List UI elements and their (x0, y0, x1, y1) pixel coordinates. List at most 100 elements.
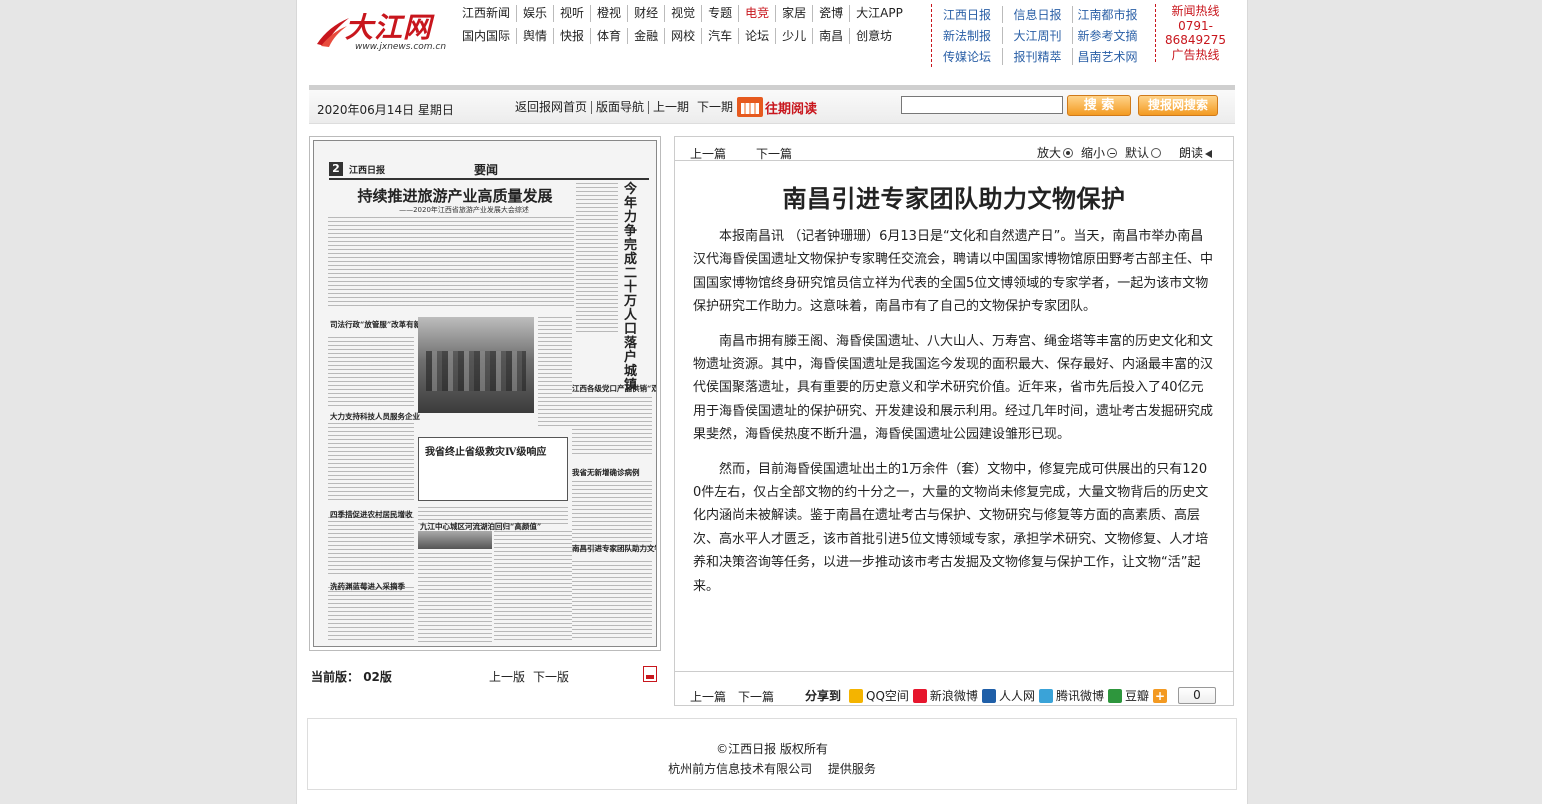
share-item[interactable]: 腾讯微博 (1038, 687, 1104, 704)
share-bar: 分享到 QQ空间 新浪微博 人人网 腾讯微博 豆瓣 +0 (805, 687, 1216, 704)
read-aloud-button[interactable]: 朗读 (1179, 144, 1217, 161)
nav-link[interactable]: 汽车 (701, 27, 738, 44)
share-item[interactable]: 新浪微博 (912, 687, 978, 704)
hotline-number-2: 86849275 (1164, 33, 1227, 47)
prev-article-link[interactable]: 上一篇 (690, 145, 726, 162)
nav-link[interactable]: 网校 (664, 27, 701, 44)
hotline-number-1: 0791- (1178, 18, 1213, 33)
search-button[interactable]: 搜 索 (1067, 95, 1131, 116)
nav-link[interactable]: 体育 (590, 27, 627, 44)
nav-link[interactable]: 南昌 (812, 27, 849, 44)
nav-link[interactable]: 财经 (627, 5, 664, 22)
page-links: 上一版 下一版 (489, 668, 569, 685)
thumb-headline-small[interactable]: 我省无新增确诊病例 (572, 467, 640, 478)
nav-link[interactable]: 大江APP (849, 5, 909, 22)
article-nav-bottom: 上一篇 下一篇 (690, 688, 774, 705)
nav-link[interactable]: 快报 (553, 27, 590, 44)
zoom-out-label: 缩小 (1080, 146, 1105, 160)
site-footer: ©江西日报 版权所有 杭州前方信息技术有限公司 提供服务 (307, 718, 1237, 790)
share-service-icon (1038, 688, 1053, 703)
calendar-icon (737, 97, 763, 117)
newspaper-links-row: 传媒论坛 报刊精萃 昌南艺术网 (932, 46, 1161, 67)
current-page-indicator: 当前版： 02版 (311, 668, 392, 685)
prev-issue-link[interactable]: 上一期 (649, 101, 693, 114)
zoom-default-icon (1150, 148, 1161, 158)
thumb-vertical-headline[interactable]: 今年力争完成二十万人口落户城镇 (624, 183, 642, 393)
newspaper-link[interactable]: 昌南艺术网 (1072, 48, 1142, 65)
zoom-in-button[interactable]: 放大 (1037, 144, 1077, 161)
thumb-photo-small (418, 531, 492, 549)
next-page-link[interactable]: 下一版 (533, 668, 569, 685)
thumb-subtitle: ——2020年江西省旅游产业发展大会综述 (399, 206, 529, 214)
share-item[interactable]: QQ空间 (849, 687, 909, 704)
newspaper-link[interactable]: 大江周刊 (1002, 27, 1072, 44)
thumb-headline-small[interactable]: 大力支持科技人员服务企业 (330, 411, 420, 422)
current-page-label: 当前版： (311, 670, 360, 684)
newspaper-link[interactable]: 新法制报 (932, 27, 1002, 44)
thumb-headline-small[interactable]: 四季措促进农村居民增收 (330, 509, 413, 520)
thumb-boxed-story[interactable]: 我省终止省级救灾Ⅳ级响应 (418, 437, 568, 501)
zoom-in-label: 放大 (1036, 146, 1061, 160)
prev-page-link[interactable]: 上一版 (489, 668, 525, 685)
thumb-headline-small[interactable]: 江西各级党口产品供销“双线”对接 (572, 383, 656, 394)
nav-link[interactable]: 橙视 (590, 5, 627, 22)
thumb-text-block (328, 587, 414, 642)
thumb-brand: 江西日报 (349, 166, 386, 176)
thumb-headline[interactable]: 持续推进旅游产业高质量发展 (340, 185, 570, 206)
thumb-page-number: 2 (329, 162, 343, 176)
newspaper-link[interactable]: 传媒论坛 (932, 48, 1002, 65)
zoom-default-label: 默认 (1124, 146, 1149, 160)
thumb-text-block (572, 397, 652, 457)
back-home-link[interactable]: 返回报网首页 (511, 101, 593, 114)
thumb-headline-small[interactable]: 洗药渊蓝莓进入采摘季 (330, 581, 405, 592)
nav-link[interactable]: 金融 (627, 27, 664, 44)
nav-link[interactable]: 专题 (701, 5, 738, 22)
nav-link[interactable]: 江西新闻 (459, 5, 516, 22)
article-panel: 上一篇 下一篇 放大 缩小 默认 朗读 南昌引进专家团队助力文物保护 本报南昌讯… (674, 136, 1234, 706)
page-thumbnail[interactable]: 2 江西日报 要闻 持续推进旅游产业高质量发展 ——2020年江西省旅游产业发展… (313, 140, 657, 647)
nav-link[interactable]: 视觉 (664, 5, 701, 22)
prev-article-link-bottom[interactable]: 上一篇 (690, 688, 726, 705)
site-logo[interactable]: 大江网 www.jxnews.com.cn (315, 8, 450, 56)
next-article-link[interactable]: 下一篇 (756, 145, 792, 162)
newspaper-link[interactable]: 报刊精萃 (1002, 48, 1072, 65)
share-item[interactable]: 人人网 (981, 687, 1035, 704)
newspaper-link[interactable]: 江西日报 (932, 6, 1002, 23)
pdf-download-icon[interactable] (643, 666, 657, 682)
archive-link[interactable]: 往期阅读 (737, 97, 817, 117)
page-nav-link[interactable]: 版面导航 (592, 101, 650, 114)
thumb-text-block (494, 531, 572, 641)
nav-link[interactable]: 娱乐 (516, 5, 553, 22)
logo-url: www.jxnews.com.cn (355, 42, 447, 52)
search-paper-button[interactable]: 搜报网搜索 (1138, 95, 1218, 116)
search-input[interactable] (901, 96, 1063, 114)
zoom-out-button[interactable]: 缩小 (1081, 144, 1121, 161)
article-paragraph: 本报南昌讯 （记者钟珊珊）6月13日是“文化和自然遗产日”。当天，南昌市举办南昌… (693, 229, 1214, 315)
newspaper-links-row: 江西日报 信息日报 江南都市报 (932, 4, 1161, 25)
nav-link[interactable]: 国内国际 (459, 28, 516, 45)
next-article-link-bottom[interactable]: 下一篇 (738, 688, 774, 705)
newspaper-links-row: 新法制报 大江周刊 新参考文摘 (932, 25, 1161, 46)
share-more-icon[interactable]: + (1152, 688, 1170, 703)
nav-link[interactable]: 家居 (775, 5, 812, 22)
share-item-label: QQ空间 (866, 689, 909, 703)
nav-link[interactable]: 舆情 (516, 27, 553, 44)
newspaper-link[interactable]: 江南都市报 (1072, 6, 1142, 23)
date-bar: 2020年06月14日 星期日 返回报网首页 版面导航 上一期 下一期 往期阅读… (309, 90, 1235, 124)
next-issue-link[interactable]: 下一期 (693, 101, 739, 114)
thumb-text-block (328, 423, 414, 503)
nav-link[interactable]: 论坛 (738, 27, 775, 44)
share-item[interactable]: 豆瓣 (1107, 687, 1149, 704)
nav-link[interactable]: 瓷博 (812, 5, 849, 22)
article-nav-top: 上一篇 下一篇 (690, 145, 792, 162)
nav-link[interactable]: 少儿 (775, 27, 812, 44)
zoom-default-button[interactable]: 默认 (1125, 144, 1165, 161)
nav-link[interactable]: 创意坊 (849, 27, 898, 44)
speaker-icon (1205, 148, 1217, 158)
newspaper-link[interactable]: 信息日报 (1002, 6, 1072, 23)
newspaper-link[interactable]: 新参考文摘 (1072, 27, 1142, 44)
nav-link[interactable]: 电竞 (738, 5, 775, 22)
issue-date: 2020年06月14日 星期日 (317, 103, 454, 117)
nav-link[interactable]: 视听 (553, 5, 590, 22)
thumb-headline-small[interactable]: 南昌引进专家团队助力文物保护 (572, 543, 656, 554)
